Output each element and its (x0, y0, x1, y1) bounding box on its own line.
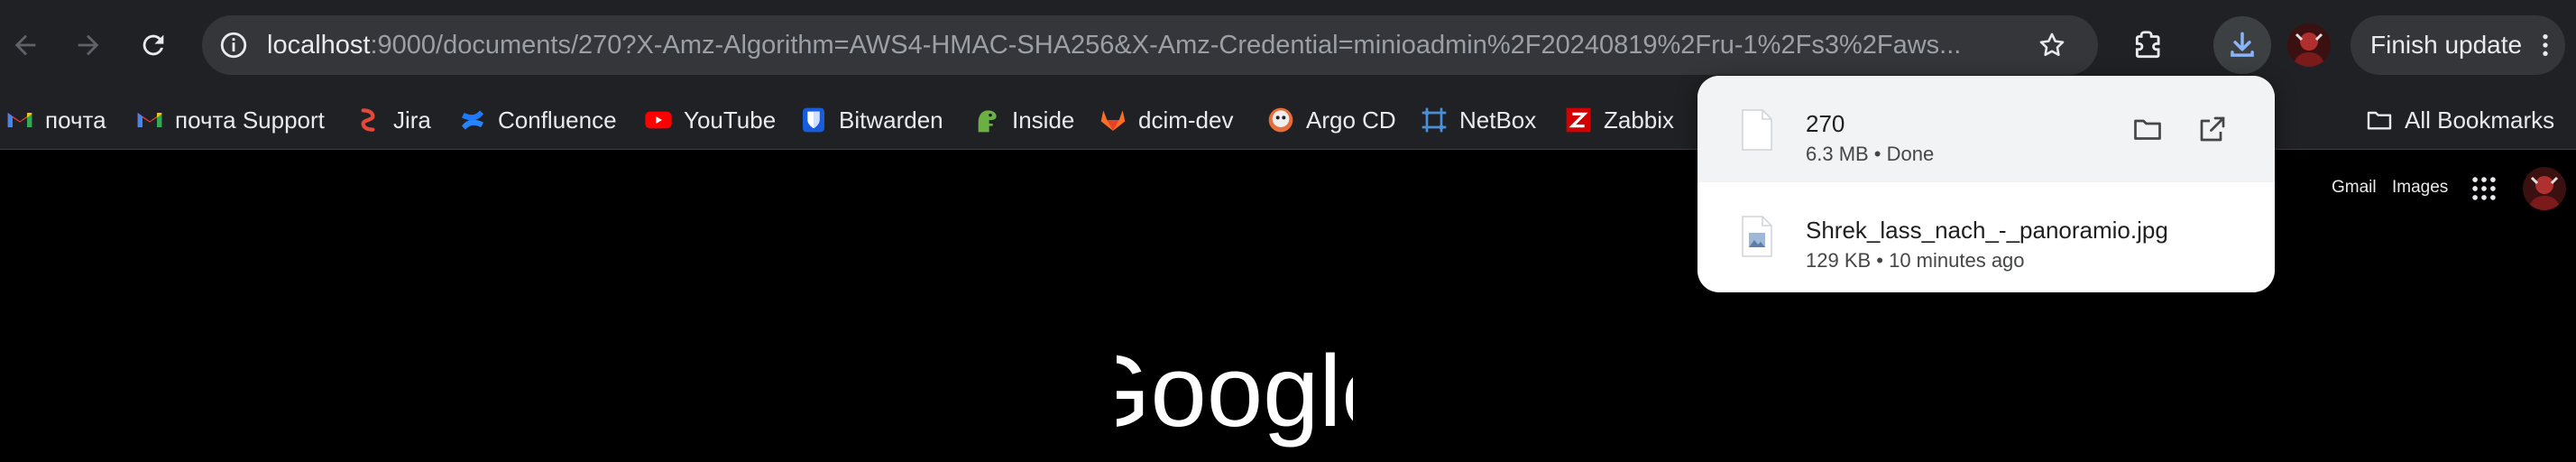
address-bar[interactable]: localhost:9000/documents/270?X-Amz-Algor… (202, 15, 2098, 75)
bookmark-dcim-dev[interactable]: dcim-dev (1099, 99, 1233, 141)
downloads-bubble: 270 6.3 MB • Done Shrek_lass_nach_-_pano… (1697, 76, 2275, 292)
bookmark-label: YouTube (684, 106, 777, 134)
youtube-icon (644, 106, 673, 134)
more-vert-icon[interactable] (2529, 29, 2562, 61)
bookmark-confluence[interactable]: Confluence (458, 99, 617, 141)
gmail-icon (5, 106, 34, 134)
reload-icon (143, 34, 164, 56)
dinosaur-icon (972, 106, 1001, 134)
download-meta: 129 KB • 10 minutes ago (1806, 249, 2025, 272)
url-host: localhost (267, 31, 371, 60)
bookmark-label: Inside (1012, 106, 1075, 134)
bookmark-bitwarden[interactable]: Bitwarden (799, 99, 943, 141)
forward-button[interactable] (63, 20, 114, 70)
bookmark-label: почта Support (175, 106, 325, 134)
profile-avatar[interactable] (2287, 23, 2331, 67)
bitwarden-icon (799, 106, 828, 134)
argo-icon (1266, 106, 1295, 134)
jira-icon (354, 106, 382, 134)
bookmark-label: почта (45, 106, 106, 134)
netbox-icon (1420, 106, 1449, 134)
bookmark-label: Argo CD (1306, 106, 1396, 134)
bookmark-jira[interactable]: Jira (354, 99, 431, 141)
confluence-icon (458, 106, 487, 134)
reload-button[interactable] (128, 20, 179, 70)
finish-update-button[interactable]: Finish update (2351, 15, 2565, 75)
bookmark-label: dcim-dev (1138, 106, 1234, 134)
all-bookmarks-label: All Bookmarks (2405, 106, 2555, 134)
back-button[interactable] (0, 20, 51, 70)
google-logo: Google (1072, 335, 1397, 453)
bookmark-label: NetBox (1459, 106, 1537, 134)
downloads-button[interactable] (2213, 16, 2271, 74)
google-apps-icon[interactable] (2469, 173, 2499, 204)
images-link[interactable]: Images (2392, 178, 2448, 198)
extensions-button[interactable] (2123, 20, 2174, 70)
url-path: :9000/documents/270?X-Amz-Algorithm=AWS4… (370, 31, 1962, 60)
download-icon (2231, 32, 2254, 57)
forward-icon (78, 34, 99, 56)
bookmark-youtube[interactable]: YouTube (644, 99, 776, 141)
all-bookmarks-button[interactable]: All Bookmarks (2365, 99, 2554, 141)
bookmark-star-icon[interactable] (2033, 26, 2071, 64)
bookmark-pochta[interactable]: почта (5, 99, 106, 141)
gitlab-icon (1099, 106, 1127, 134)
bookmark-label: Jira (393, 106, 431, 134)
gmail-link[interactable]: Gmail (2332, 178, 2377, 198)
file-icon (1739, 108, 1775, 152)
bookmark-argo-cd[interactable]: Argo CD (1266, 99, 1396, 141)
image-file-icon (1739, 215, 1775, 258)
gmail-icon (135, 106, 164, 134)
download-item[interactable]: 270 6.3 MB • Done (1697, 76, 2275, 182)
download-item[interactable]: Shrek_lass_nach_-_panoramio.jpg 129 KB •… (1697, 182, 2275, 289)
download-filename: 270 (1806, 110, 1845, 137)
show-in-folder-icon[interactable] (2127, 108, 2168, 150)
back-icon (14, 34, 36, 56)
download-meta: 6.3 MB • Done (1806, 143, 1935, 165)
folder-icon (2365, 106, 2394, 134)
bookmark-zabbix[interactable]: Zabbix (1564, 99, 1674, 141)
bookmark-netbox[interactable]: NetBox (1420, 99, 1536, 141)
url-text[interactable]: localhost:9000/documents/270?X-Amz-Algor… (267, 15, 1981, 75)
bookmark-label: Zabbix (1604, 106, 1675, 134)
bookmark-inside[interactable]: Inside (972, 99, 1074, 141)
bookmark-pochta-support[interactable]: почта Support (135, 99, 325, 141)
site-info-icon[interactable] (215, 26, 253, 64)
bookmark-label: Bitwarden (839, 106, 943, 134)
bookmark-label: Confluence (498, 106, 617, 134)
open-external-icon[interactable] (2192, 108, 2233, 150)
svg-text:Google: Google (1117, 336, 1353, 448)
zabbix-icon (1564, 106, 1593, 134)
finish-update-label: Finish update (2370, 31, 2523, 59)
google-account-avatar[interactable] (2523, 167, 2566, 210)
download-filename: Shrek_lass_nach_-_panoramio.jpg (1806, 217, 2168, 244)
extensions-icon (2135, 31, 2160, 59)
